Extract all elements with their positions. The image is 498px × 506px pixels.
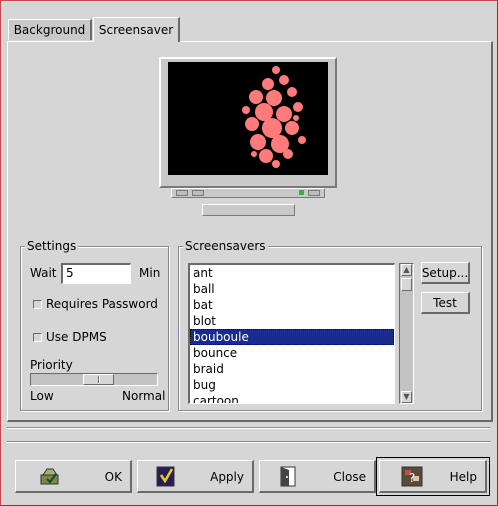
test-button-label: Test bbox=[433, 295, 457, 310]
preview-blob bbox=[245, 117, 259, 131]
monitor-stand bbox=[202, 204, 295, 216]
screensavers-title: Screensavers bbox=[183, 239, 268, 253]
close-button-label: Close bbox=[333, 470, 366, 484]
preview-blob bbox=[262, 118, 282, 138]
preview-blob bbox=[298, 136, 306, 144]
screensaver-list-scrollbar[interactable]: ▲ ▼ bbox=[399, 263, 414, 404]
screensaver-list[interactable]: ant ball bat blot bouboule bounce braid bug cart… bbox=[188, 263, 395, 404]
scroll-up-arrow-icon[interactable]: ▲ bbox=[401, 264, 412, 276]
bouboule-preview-graphic bbox=[242, 66, 306, 168]
preview-blob bbox=[242, 106, 250, 114]
requires-password-label[interactable]: Requires Password bbox=[46, 297, 158, 311]
priority-slider[interactable] bbox=[30, 373, 158, 386]
preview-blob bbox=[276, 106, 292, 122]
setup-button[interactable]: Setup... bbox=[421, 262, 470, 284]
requires-password-checkbox[interactable] bbox=[33, 300, 42, 309]
scrollbar-thumb[interactable] bbox=[401, 278, 412, 291]
close-door-icon bbox=[280, 466, 296, 487]
tab-screensaver[interactable]: Screensaver bbox=[93, 17, 180, 42]
screensaver-list-item[interactable]: blot bbox=[190, 313, 394, 329]
apply-button-label: Apply bbox=[210, 470, 244, 484]
setup-button-label: Setup... bbox=[421, 265, 469, 280]
monitor-button-icon bbox=[192, 190, 204, 196]
priority-high-label: Normal bbox=[122, 389, 166, 403]
help-button-label: Help bbox=[449, 470, 477, 484]
preview-blob bbox=[285, 121, 299, 135]
preview-blob bbox=[250, 134, 266, 150]
screensaver-list-item[interactable]: bouboule bbox=[190, 329, 394, 345]
preview-blob bbox=[283, 149, 293, 159]
ok-button-label: OK bbox=[104, 470, 122, 484]
power-led-icon bbox=[299, 190, 304, 195]
tab-screensaver-label: Screensaver bbox=[98, 23, 174, 37]
monitor-base bbox=[171, 188, 325, 198]
test-button[interactable]: Test bbox=[421, 292, 470, 314]
wait-input[interactable]: 5 bbox=[61, 263, 131, 284]
preview-screen bbox=[168, 62, 328, 175]
close-button[interactable]: Close bbox=[259, 460, 376, 493]
ok-button[interactable]: OK bbox=[15, 460, 132, 493]
apply-icon bbox=[156, 466, 175, 487]
settings-title: Settings bbox=[25, 239, 79, 253]
preview-blob bbox=[259, 149, 273, 163]
screensaver-list-item[interactable]: bug bbox=[190, 377, 394, 393]
preview-blob bbox=[266, 90, 282, 106]
priority-label: Priority bbox=[30, 358, 73, 372]
preview-blob bbox=[272, 160, 280, 168]
apply-button[interactable]: Apply bbox=[137, 460, 254, 493]
monitor-button-icon bbox=[176, 190, 188, 196]
screensaver-list-item[interactable]: bat bbox=[190, 297, 394, 313]
wait-unit: Min bbox=[139, 266, 161, 280]
screensaver-list-item[interactable]: cartoon bbox=[190, 393, 394, 403]
use-dpms-label[interactable]: Use DPMS bbox=[46, 330, 107, 344]
screensaver-list-item[interactable]: ball bbox=[190, 281, 394, 297]
monitor-preview bbox=[159, 57, 337, 188]
priority-slider-handle[interactable] bbox=[83, 374, 114, 385]
preview-blob bbox=[287, 87, 297, 97]
monitor-button-icon bbox=[308, 190, 320, 196]
preview-blob bbox=[279, 75, 289, 85]
wait-label: Wait bbox=[30, 266, 57, 280]
preview-blob bbox=[262, 78, 274, 90]
preview-blob bbox=[272, 66, 280, 74]
tab-background-label: Background bbox=[13, 23, 86, 37]
help-button[interactable]: ? Help bbox=[376, 457, 490, 496]
wait-value: 5 bbox=[66, 266, 74, 280]
preview-blob bbox=[293, 115, 299, 121]
help-icon: ? bbox=[401, 466, 423, 487]
preview-blob bbox=[251, 151, 257, 157]
use-dpms-checkbox[interactable] bbox=[33, 333, 42, 342]
scroll-down-arrow-icon[interactable]: ▼ bbox=[401, 391, 412, 403]
tab-background[interactable]: Background bbox=[8, 19, 92, 40]
priority-low-label: Low bbox=[30, 389, 54, 403]
preview-blob bbox=[293, 102, 303, 112]
screensaver-list-item[interactable]: ant bbox=[190, 265, 394, 281]
screensaver-list-item[interactable]: braid bbox=[190, 361, 394, 377]
svg-text:?: ? bbox=[409, 471, 415, 485]
separator bbox=[7, 441, 491, 443]
ok-icon bbox=[40, 468, 59, 485]
preview-blob bbox=[249, 90, 263, 104]
screensaver-list-item[interactable]: bounce bbox=[190, 345, 394, 361]
separator bbox=[7, 427, 491, 429]
